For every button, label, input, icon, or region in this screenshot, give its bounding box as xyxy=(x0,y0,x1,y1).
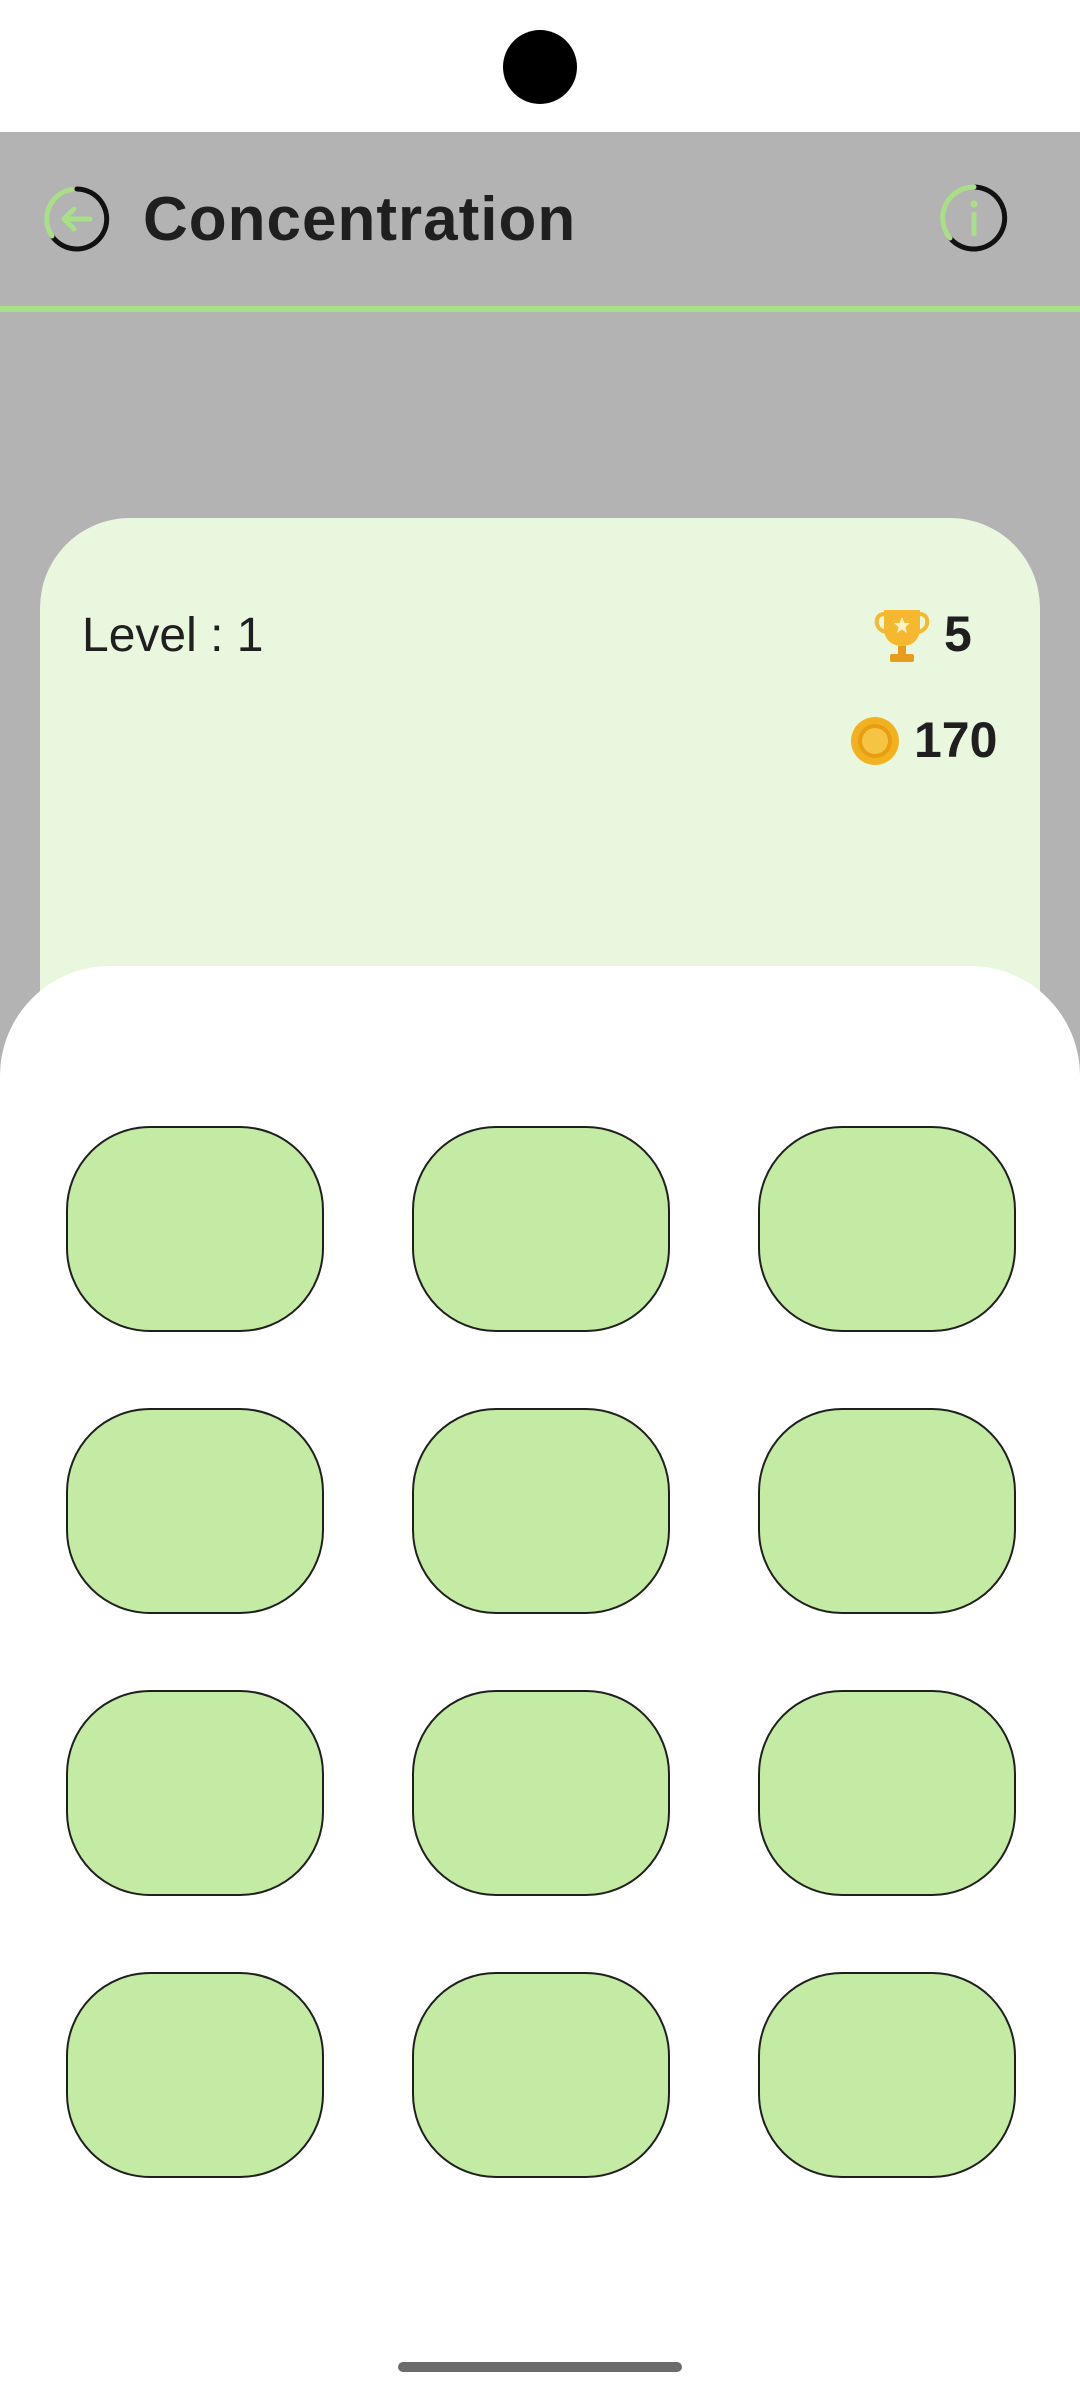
trophy-icon xyxy=(872,602,932,666)
memory-card[interactable] xyxy=(758,1408,1016,1614)
memory-card[interactable] xyxy=(412,1126,670,1332)
memory-card[interactable] xyxy=(758,1126,1016,1332)
memory-card[interactable] xyxy=(758,1972,1016,2178)
memory-card-grid xyxy=(66,1126,1016,2178)
info-circle-icon xyxy=(940,184,1008,252)
memory-card[interactable] xyxy=(66,1972,324,2178)
page-title: Concentration xyxy=(143,185,577,254)
back-arrow-circle-icon xyxy=(44,186,110,252)
memory-card[interactable] xyxy=(412,1408,670,1614)
memory-card[interactable] xyxy=(66,1126,324,1332)
home-indicator[interactable] xyxy=(398,2362,682,2372)
memory-card[interactable] xyxy=(412,1972,670,2178)
status-bar xyxy=(0,0,1080,132)
memory-card[interactable] xyxy=(66,1690,324,1896)
level-label: Level : 1 xyxy=(82,609,264,662)
camera-cutout xyxy=(503,30,577,104)
app-bar-accent-line xyxy=(0,306,1080,312)
coin-icon xyxy=(850,716,900,766)
trophy-count: 5 xyxy=(944,606,972,662)
memory-card[interactable] xyxy=(412,1690,670,1896)
info-button[interactable] xyxy=(938,182,1010,254)
memory-card[interactable] xyxy=(758,1690,1016,1896)
memory-card[interactable] xyxy=(66,1408,324,1614)
back-button[interactable] xyxy=(42,184,112,254)
coin-count: 170 xyxy=(914,712,998,768)
